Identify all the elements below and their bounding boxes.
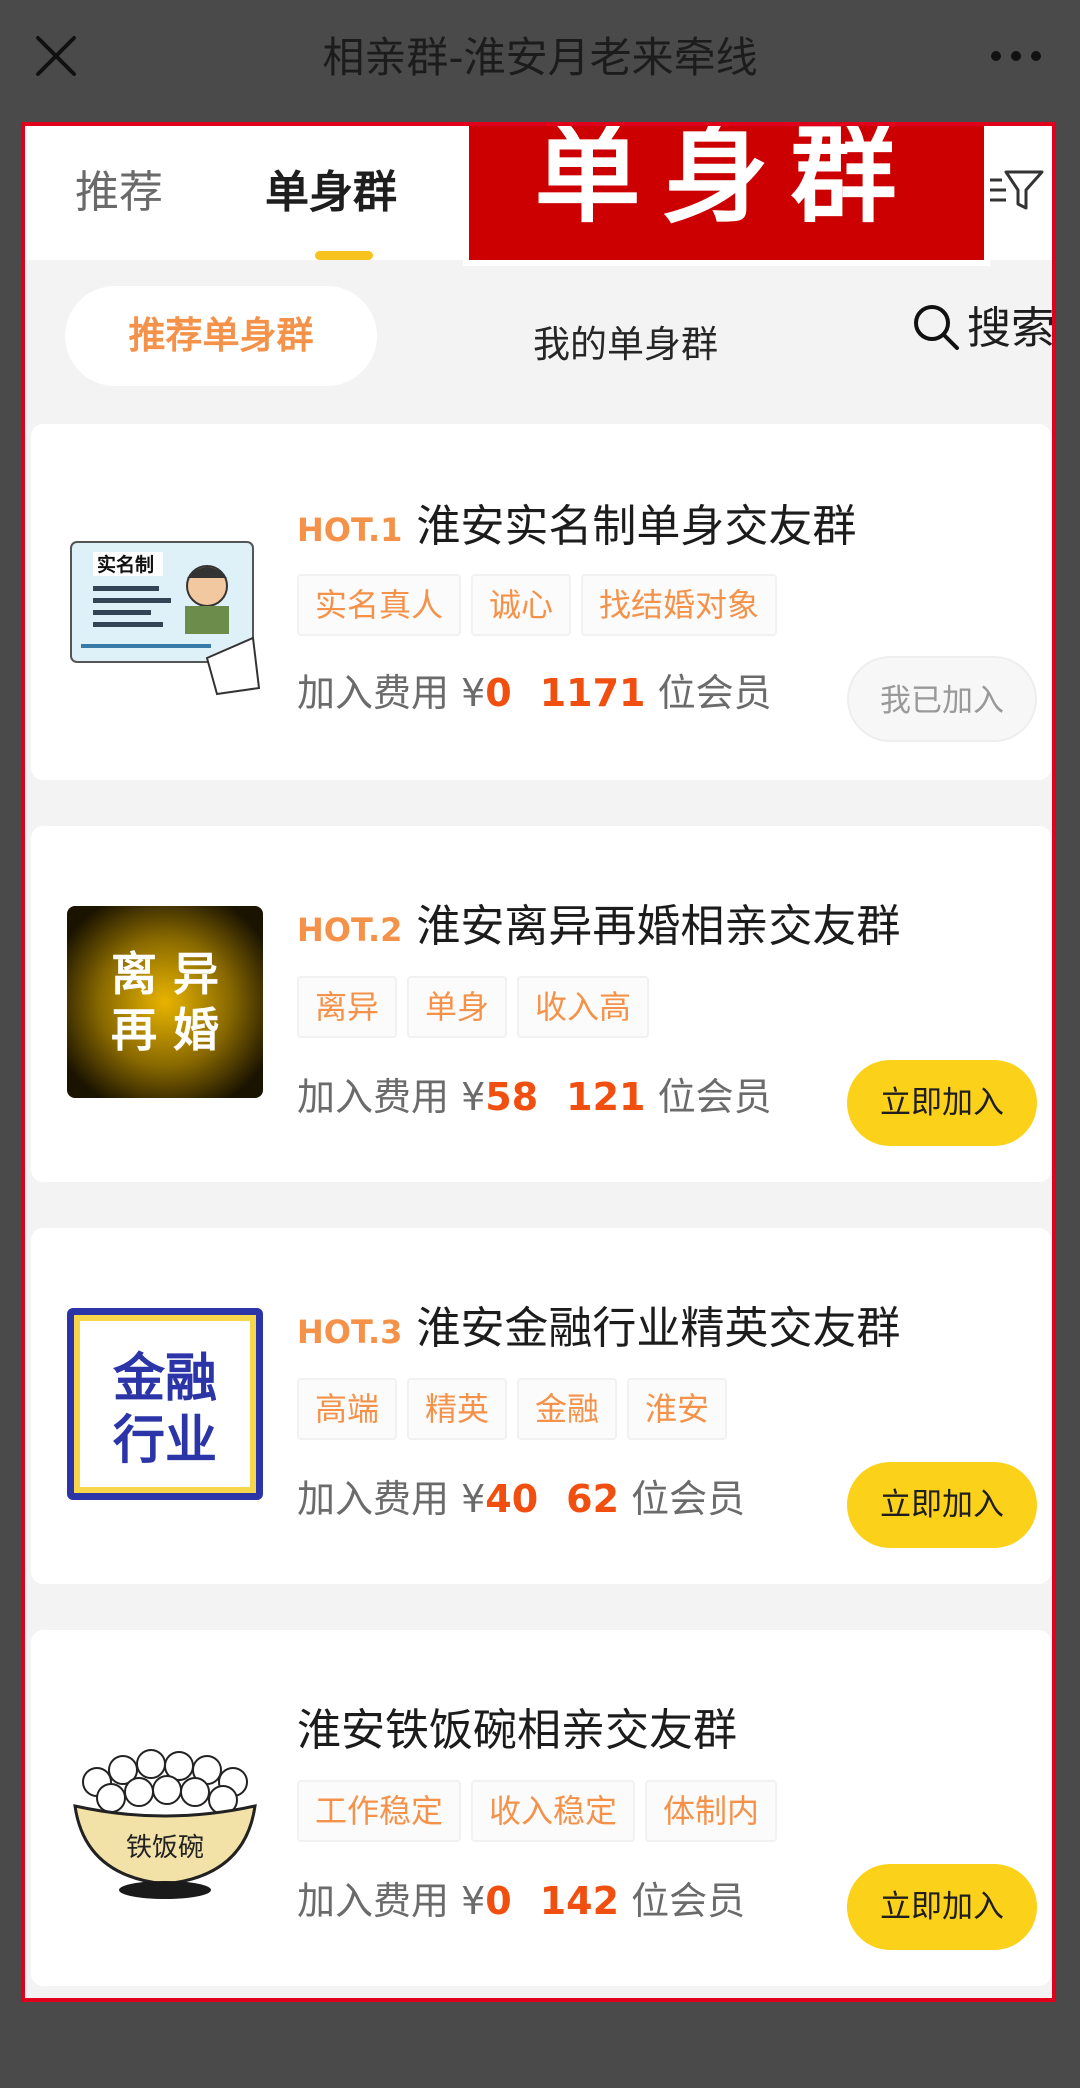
tag-list: 离异 单身 收入高 <box>297 976 650 1038</box>
tab-recommend[interactable]: 推荐 <box>75 156 163 220</box>
tag: 单身 <box>407 976 508 1038</box>
members-label: 位会员 <box>657 671 772 715</box>
tag: 高端 <box>297 1378 398 1440</box>
group-name: 淮安实名制单身交友群 <box>416 501 857 552</box>
joined-button[interactable]: 我已加入 <box>847 656 1037 742</box>
fee-value: 40 <box>485 1477 539 1521</box>
subtab-bar: 推荐单身群 我的单身群 搜索 <box>25 260 1052 390</box>
fee-value: 0 <box>485 671 512 715</box>
member-count: 121 <box>566 1075 646 1119</box>
hot-rank: HOT.2 <box>297 911 403 949</box>
thumb-text: 金融 <box>112 1349 217 1409</box>
group-info: 加入费用 ¥40 62 位会员 <box>297 1468 745 1523</box>
tag: 收入稳定 <box>471 1780 636 1842</box>
realname-card-thumbnail: 实名制 <box>67 508 263 700</box>
group-card-1[interactable]: 实名制 HOT.1 淮安实名制单身交友群 实名真人 诚心 找结婚对象 加入费用 ¥… <box>31 424 1051 780</box>
iron-rice-bowl-thumbnail: 铁饭碗 <box>67 1726 263 1918</box>
more-options-icon[interactable] <box>986 28 1046 84</box>
fee-label: 加入费用 ¥ <box>297 1879 486 1923</box>
tag: 实名真人 <box>297 574 462 636</box>
group-name: 淮安铁饭碗相亲交友群 <box>297 1705 737 1756</box>
tag-list: 高端 精英 金融 淮安 <box>297 1378 728 1440</box>
subtab-mine[interactable]: 我的单身群 <box>533 314 718 368</box>
tag: 收入高 <box>517 976 650 1038</box>
top-bar: 相亲群-淮安月老来牵线 <box>0 0 1080 120</box>
tag-list: 实名真人 诚心 找结婚对象 <box>297 574 778 636</box>
group-title-row: HOT.2 淮安离异再婚相亲交友群 <box>297 890 900 954</box>
tab-single-groups[interactable]: 单身群 <box>265 156 397 220</box>
fee-value: 58 <box>485 1075 539 1119</box>
group-info: 加入费用 ¥58 121 位会员 <box>297 1066 772 1121</box>
divorced-remarry-thumbnail: 离 异 再 婚 <box>67 906 263 1098</box>
thumb-text: 铁饭碗 <box>126 1833 204 1863</box>
active-tab-indicator <box>315 251 373 260</box>
member-count: 142 <box>539 1879 620 1923</box>
fee-label: 加入费用 ¥ <box>297 671 486 715</box>
fee-value: 0 <box>485 1879 512 1923</box>
subtab-recommended[interactable]: 推荐单身群 <box>65 286 377 386</box>
group-card-2[interactable]: 离 异 再 婚 HOT.2 淮安离异再婚相亲交友群 离异 单身 收入高 加入费用 … <box>31 826 1051 1182</box>
thumb-text: 行业 <box>113 1411 217 1471</box>
title-banner: 单身群 <box>463 122 990 266</box>
group-title-row: 淮安铁饭碗相亲交友群 <box>297 1694 737 1758</box>
join-button[interactable]: 立即加入 <box>847 1864 1037 1950</box>
tag: 精英 <box>407 1378 508 1440</box>
tag: 诚心 <box>471 574 572 636</box>
tag: 离异 <box>297 976 398 1038</box>
thumb-text: 再 婚 <box>111 1003 219 1057</box>
members-label: 位会员 <box>631 1879 746 1923</box>
hot-rank: HOT.1 <box>297 511 403 549</box>
tag: 体制内 <box>645 1780 778 1842</box>
banner-text: 单身群 <box>534 122 919 237</box>
fee-label: 加入费用 ¥ <box>297 1075 486 1119</box>
group-card-3[interactable]: 金融 行业 HOT.3 淮安金融行业精英交友群 高端 精英 金融 淮安 加入费用 … <box>31 1228 1051 1584</box>
member-count: 62 <box>566 1477 620 1521</box>
group-info: 加入费用 ¥0 1171 位会员 <box>297 662 772 717</box>
filter-icon[interactable] <box>988 166 1044 214</box>
finance-industry-thumbnail: 金融 行业 <box>67 1308 263 1500</box>
tag: 工作稳定 <box>297 1780 462 1842</box>
members-label: 位会员 <box>657 1075 772 1119</box>
members-label: 位会员 <box>631 1477 746 1521</box>
member-count: 1171 <box>539 671 646 715</box>
hot-rank: HOT.3 <box>297 1313 403 1351</box>
group-title-row: HOT.1 淮安实名制单身交友群 <box>297 490 856 554</box>
group-card-4[interactable]: 铁饭碗 淮安铁饭碗相亲交友群 工作稳定 收入稳定 体制内 加入费用 ¥0 142 … <box>31 1630 1051 1986</box>
group-name: 淮安金融行业精英交友群 <box>416 1303 901 1354</box>
group-name: 淮安离异再婚相亲交友群 <box>416 901 901 952</box>
group-title-row: HOT.3 淮安金融行业精英交友群 <box>297 1292 900 1356</box>
join-button[interactable]: 立即加入 <box>847 1462 1037 1548</box>
search-icon <box>914 305 959 350</box>
thumb-text: 实名制 <box>97 553 154 576</box>
join-button[interactable]: 立即加入 <box>847 1060 1037 1146</box>
fee-label: 加入费用 ¥ <box>297 1477 486 1521</box>
subtab-recommended-label: 推荐单身群 <box>128 314 314 357</box>
thumb-text: 离 异 <box>111 947 219 1001</box>
group-info: 加入费用 ¥0 142 位会员 <box>297 1870 745 1925</box>
bottom-overlay <box>0 2026 1080 2088</box>
content-frame: 推荐 单身群 单身群 推荐单身群 我的单身群 搜索 实名制 HOT.1 淮安实名… <box>21 122 1056 2002</box>
page-title: 相亲群-淮安月老来牵线 <box>322 33 758 82</box>
search-label: 搜索 <box>967 303 1055 354</box>
tag: 淮安 <box>627 1378 728 1440</box>
tag: 金融 <box>517 1378 618 1440</box>
tag-list: 工作稳定 收入稳定 体制内 <box>297 1780 778 1842</box>
tag: 找结婚对象 <box>581 574 778 636</box>
